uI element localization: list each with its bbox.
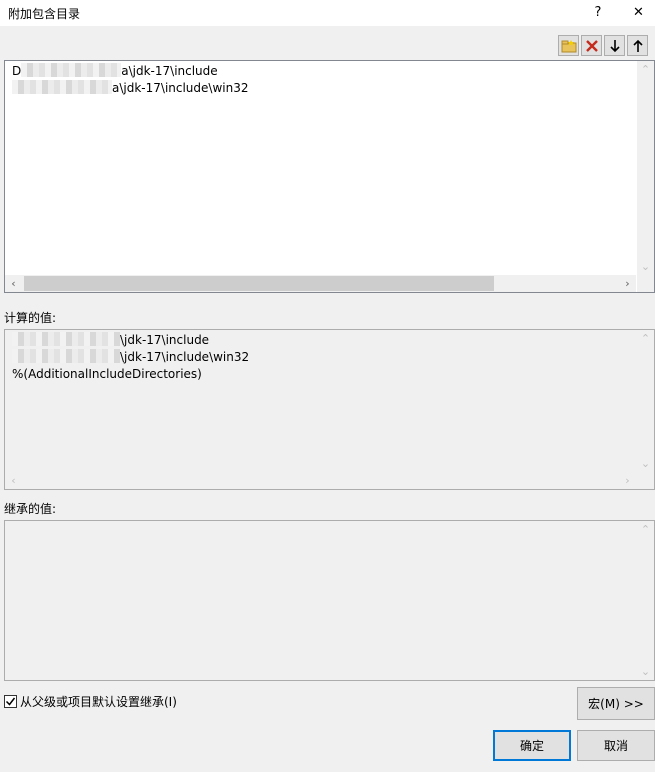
list-item: %(AdditionalIncludeDirectories)	[12, 367, 202, 381]
vertical-scrollbar[interactable]: ⌃ ⌄	[637, 521, 654, 680]
macros-button[interactable]: 宏(M) >>	[577, 687, 655, 720]
list-toolbar	[558, 35, 648, 56]
new-folder-icon	[561, 39, 576, 52]
scroll-up-icon[interactable]: ⌃	[637, 330, 654, 347]
scroll-right-icon[interactable]: ›	[619, 472, 636, 489]
list-item: \jdk-17\include\win32	[12, 349, 249, 366]
title-bar: 附加包含目录 ? ✕	[0, 0, 655, 26]
redacted-text	[12, 349, 120, 363]
delete-icon	[585, 39, 598, 52]
vertical-scrollbar[interactable]: ⌃ ⌄	[637, 61, 654, 275]
scrollbar-thumb[interactable]	[24, 276, 494, 291]
scroll-right-icon[interactable]: ›	[619, 275, 636, 292]
list-item: \jdk-17\include	[12, 332, 249, 349]
redacted-text	[12, 80, 112, 94]
horizontal-scrollbar[interactable]: ‹ ›	[5, 472, 636, 489]
scroll-left-icon[interactable]: ‹	[5, 472, 22, 489]
scroll-down-icon[interactable]: ⌄	[637, 663, 654, 680]
horizontal-scrollbar[interactable]: ‹ ›	[5, 275, 636, 292]
redacted-text	[12, 332, 120, 346]
window-title: 附加包含目录	[8, 7, 81, 21]
vertical-scrollbar[interactable]: ⌃ ⌄	[637, 330, 654, 472]
evaluated-value-box: \jdk-17\include \jdk-17\include\win32 %(…	[4, 329, 655, 490]
scroll-up-icon[interactable]: ⌃	[637, 61, 654, 78]
scroll-down-icon[interactable]: ⌄	[637, 258, 654, 275]
help-button[interactable]: ?	[578, 0, 618, 24]
arrow-down-icon	[609, 39, 620, 52]
scroll-corner	[637, 275, 654, 292]
list-item[interactable]: a\jdk-17\include\win32	[12, 80, 248, 97]
ok-button[interactable]: 确定	[493, 730, 571, 761]
evaluated-label: 计算的值:	[4, 311, 57, 325]
new-line-button[interactable]	[558, 35, 579, 56]
cancel-button[interactable]: 取消	[577, 730, 655, 761]
delete-button[interactable]	[581, 35, 602, 56]
inherit-checkbox[interactable]	[4, 695, 17, 708]
inherited-value-box: ⌃ ⌄	[4, 520, 655, 681]
arrow-up-icon	[632, 39, 643, 52]
inherit-checkbox-label: 从父级或项目默认设置继承(I)	[20, 695, 177, 709]
checkmark-icon	[5, 697, 16, 706]
directory-list[interactable]: Da\jdk-17\include a\jdk-17\include\win32…	[4, 60, 655, 293]
move-down-button[interactable]	[604, 35, 625, 56]
scroll-up-icon[interactable]: ⌃	[637, 521, 654, 538]
scroll-down-icon[interactable]: ⌄	[637, 455, 654, 472]
inherit-checkbox-row[interactable]: 从父级或项目默认设置继承(I)	[4, 693, 177, 710]
move-up-button[interactable]	[627, 35, 648, 56]
redacted-text	[21, 63, 122, 77]
close-button[interactable]: ✕	[622, 0, 655, 24]
list-item[interactable]: Da\jdk-17\include	[12, 63, 248, 80]
inherited-label: 继承的值:	[4, 502, 57, 516]
scroll-left-icon[interactable]: ‹	[5, 275, 22, 292]
